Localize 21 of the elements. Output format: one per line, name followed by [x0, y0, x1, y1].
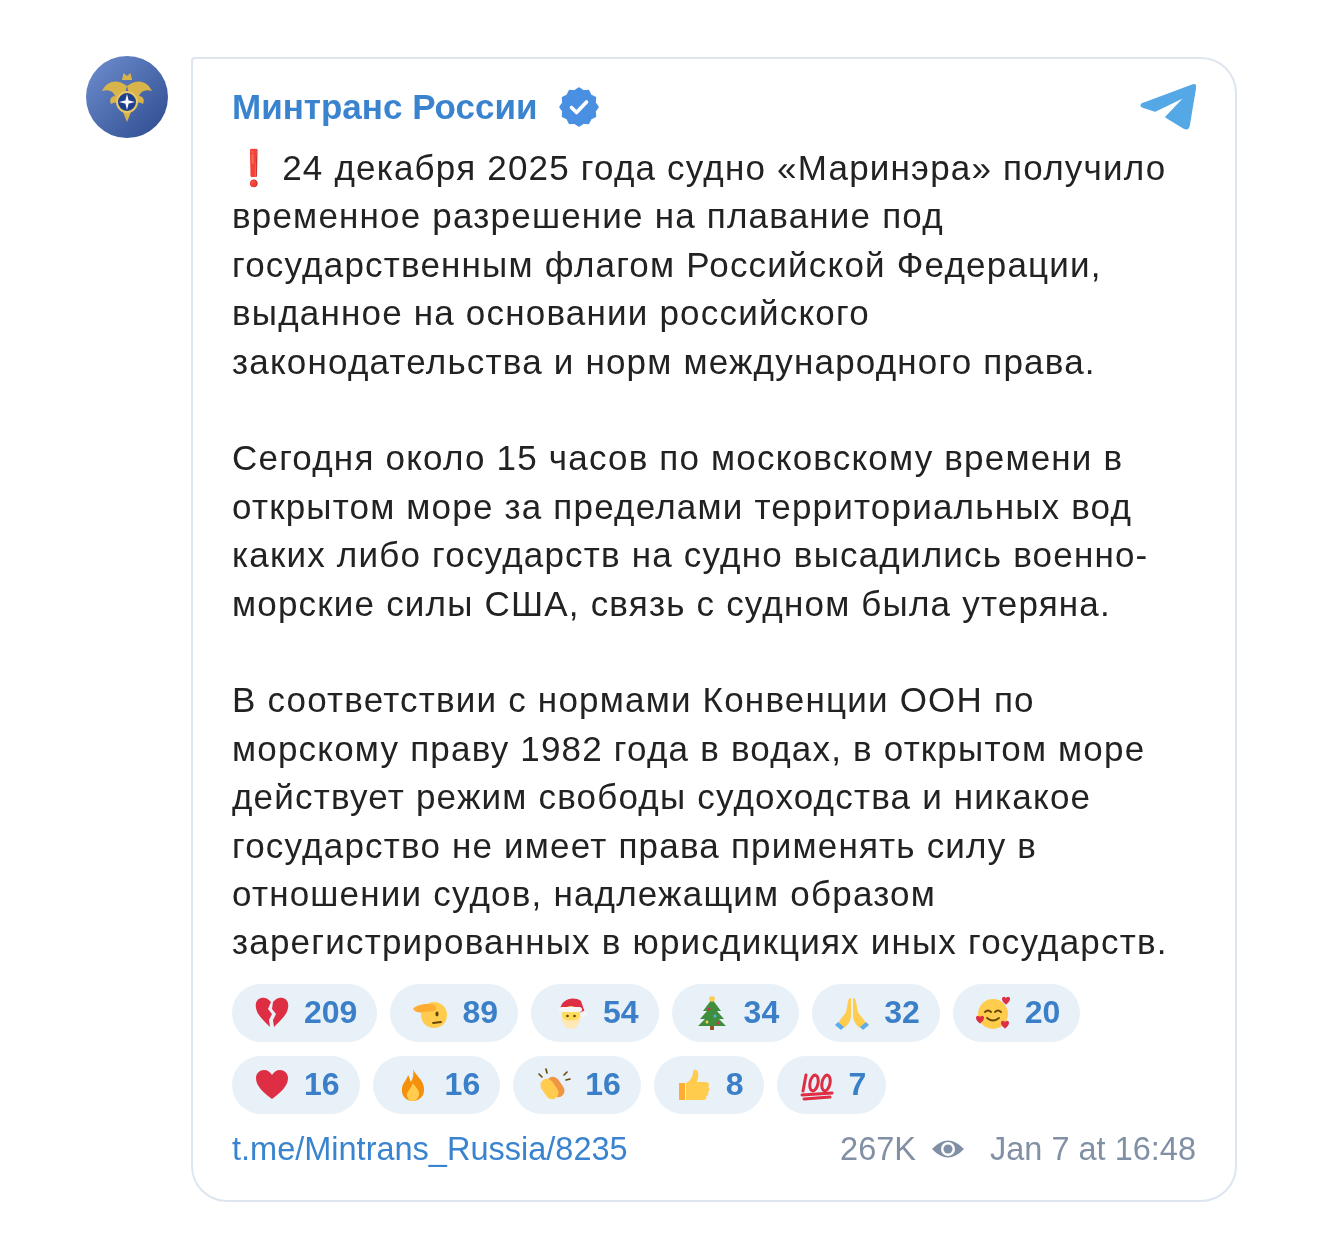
view-count: 267K — [840, 1129, 916, 1169]
reaction-button[interactable]: 34 — [671, 983, 800, 1042]
reaction-button[interactable]: 16 — [513, 1055, 641, 1114]
reaction-button[interactable]: 20 — [952, 983, 1081, 1042]
reaction-button[interactable]: 54 — [531, 983, 659, 1042]
reaction-button[interactable]: 16 — [372, 1055, 501, 1114]
reaction-button[interactable]: 8 — [653, 1055, 764, 1114]
post-date: Jan 7 at 16:48 — [990, 1129, 1196, 1169]
channel-avatar[interactable] — [86, 56, 168, 138]
post-link[interactable]: t.me/Mintrans_Russia/8235 — [232, 1128, 628, 1169]
reaction-button[interactable]: 89 — [390, 983, 518, 1042]
reaction-button[interactable]: 7 — [776, 1055, 887, 1114]
reaction-button[interactable]: 16 — [232, 1055, 360, 1114]
post-paragraph: В соответствии с нормами Конвенции ООН по морскому праву 1982 года в водах, в открытом море действует режим свободы судоходства и никакое государство не имеет права применять силу в отношении судов, надлежащим образом зарегистрированных в юрисдикциях иных государств. — [232, 679, 1169, 964]
channel-name[interactable]: Минтранс России — [232, 85, 538, 129]
reaction-button[interactable]: 209 — [232, 983, 378, 1042]
smiling-face-with-hearts-icon — [974, 994, 1011, 1031]
post-paragraph: ❗ 24 декабря 2025 года судно «Маринэра» получило временное разрешение на плавание под государственным флагом Российской Федерации, выданное на основании российского законодательства и норм международного права. — [232, 147, 1168, 383]
paper-plane-icon[interactable] — [1140, 84, 1196, 130]
post-paragraph: Сегодня около 15 часов по московскому времени в открытом море за пределами территориальных вод каких либо государств на судно высадились военно-морские силы США, связь с судном была утеряна. — [232, 437, 1150, 625]
reaction-button[interactable]: 32 — [812, 983, 940, 1042]
